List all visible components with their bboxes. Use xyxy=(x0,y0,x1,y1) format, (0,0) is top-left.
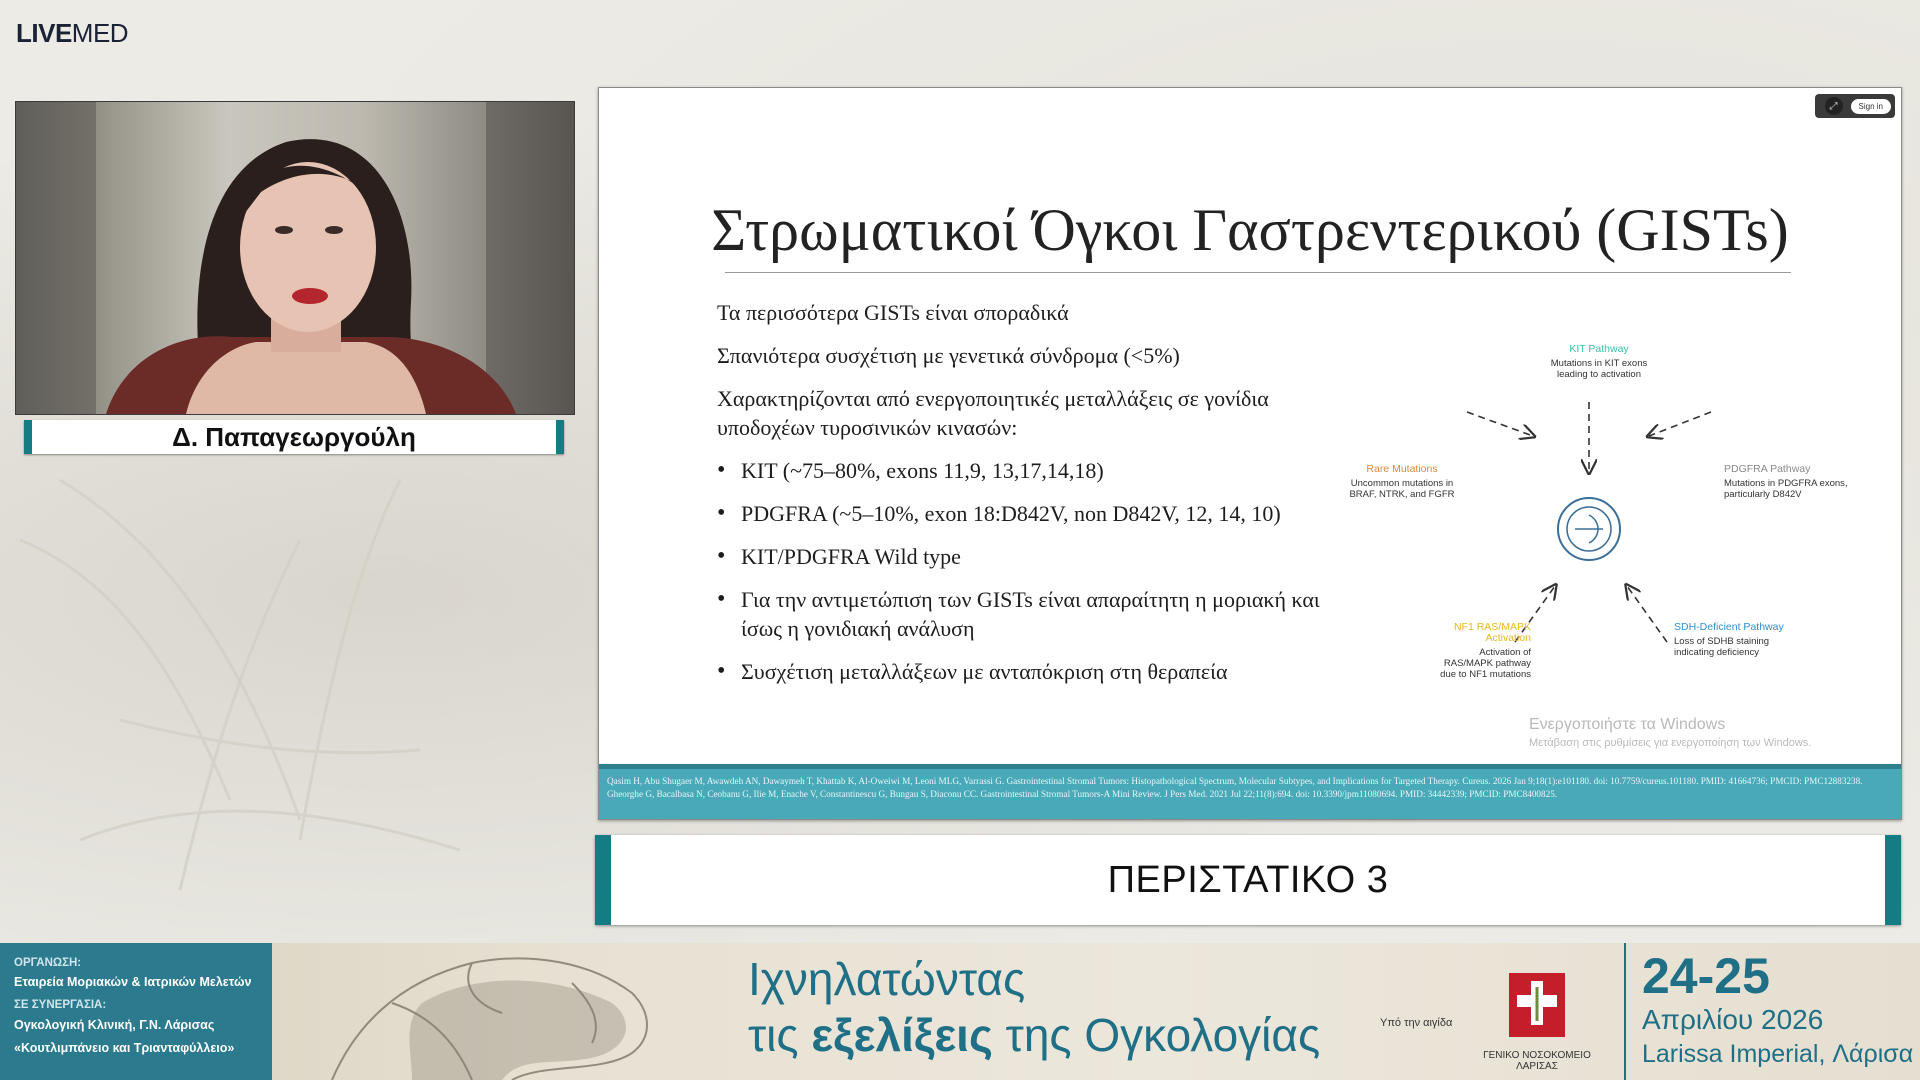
reference-item: Qasim H, Abu Shugaer M, Awawdeh AN, Dawa… xyxy=(607,776,1863,786)
footer-divider xyxy=(1624,943,1626,1080)
organizer-name: Εταιρεία Μοριακών & Ιατρικών Μελετών xyxy=(14,975,252,989)
pathway-arrows xyxy=(1466,402,1712,643)
event-month-year: Απριλίου 2026 xyxy=(1642,1004,1824,1035)
event-venue: Larissa Imperial, Λάρισα xyxy=(1642,1040,1914,1068)
hospital-name: ΓΕΝΙΚΟ ΝΟΣΟΚΟΜΕΙΟ ΛΑΡΙΣΑΣ xyxy=(1483,1050,1591,1072)
slide-body: Τα περισσότερα GISTs είναι σποραδικά Σπα… xyxy=(717,298,1337,700)
watermark-line2: Μετάβαση στις ρυθμίσεις για ενεργοποίηση… xyxy=(1529,737,1812,749)
rare-mutations-label: Rare Mutations Uncommon mutations in BRA… xyxy=(1349,463,1455,501)
event-days: 24-25 xyxy=(1642,948,1770,1004)
aegis-label: Υπό την αιγίδα xyxy=(1380,1017,1453,1029)
organizer-label: ΟΡΓΑΝΩΣΗ: xyxy=(14,957,82,969)
speaker-video-frame xyxy=(16,102,574,414)
event-title: Ιχνηλατώντας τις εξελίξεις της Ογκολογία… xyxy=(748,951,1320,1063)
bullet-item: Για την αντιμετώπιση των GISTs είναι απα… xyxy=(717,585,1337,643)
hospital-cross-icon xyxy=(1509,973,1565,1037)
background-sketch xyxy=(19,478,461,891)
gist-logo-icon xyxy=(1557,497,1621,561)
arrow-sdh xyxy=(1627,586,1668,643)
speaker-name: Δ. Παπαγεωργούλη xyxy=(172,421,416,452)
pdgfra-pathway-label: PDGFRA Pathway Mutations in PDGFRA exons… xyxy=(1724,463,1848,501)
bullet-item: Συσχέτιση μεταλλάξεων με ανταπόκριση στη… xyxy=(717,657,1337,686)
pathway-diagram: KIT Pathway Mutations in KIT exons leadi… xyxy=(1299,344,1859,764)
event-footer-banner: ΟΡΓΑΝΩΣΗ: Εταιρεία Μοριακών & Ιατρικών Μ… xyxy=(0,943,1920,1080)
reference-item: Gheorghe G, Bacalbasa N, Ceobanu G, Ilie… xyxy=(607,788,1558,799)
collaboration-line2: «Κουτλιμπάνειο και Τριανταφύλλειο» xyxy=(14,1041,235,1055)
arrow-pdgfra xyxy=(1649,411,1712,436)
slide-title: Στρωματικοί Όγκοι Γαστρεντερικού (GISTs) xyxy=(711,197,1789,263)
speaker-webcam xyxy=(15,101,575,415)
slide-paragraph: Τα περισσότερα GISTs είναι σποραδικά xyxy=(717,300,1069,325)
event-title-word: τις xyxy=(748,1009,799,1061)
watermark-line1: Ενεργοποιήστε τα Windows xyxy=(1529,716,1726,733)
kit-pathway-label: KIT Pathway Mutations in KIT exons leadi… xyxy=(1550,343,1648,381)
slide-controls: ⤢ Sign in xyxy=(1815,94,1895,118)
brand-med: MED xyxy=(71,18,129,48)
presentation-slide: ⤢ Sign in Στρωματικοί Όγκοι Γαστρεντερικ… xyxy=(598,87,1902,820)
event-title-word: της Ογκολογίας xyxy=(1005,1009,1321,1061)
nf1-ras-mapk-label: NF1 RAS/MAPK Activation Activation of RA… xyxy=(1440,621,1531,681)
collaboration-line1: Ογκολογική Κλινική, Γ.Ν. Λάρισας xyxy=(14,1018,215,1032)
event-title-bold: εξελίξεις xyxy=(811,1009,993,1061)
windows-activation-watermark: Ενεργοποιήστε τα Windows Μετάβαση στις ρ… xyxy=(1529,716,1811,749)
bullet-list: KIT (~75–80%, exons 11,9, 13,17,14,18) P… xyxy=(717,456,1337,686)
sdh-deficient-label: SDH-Deficient Pathway Loss of SDHB stain… xyxy=(1674,621,1784,659)
case-label: ΠΕΡΙΣΤΑΤΙΚΟ 3 xyxy=(1107,858,1389,901)
speaker-nameplate: Δ. Παπαγεωργούλη xyxy=(24,420,564,454)
event-title-line1: Ιχνηλατώντας xyxy=(748,953,1026,1005)
expand-icon[interactable]: ⤢ xyxy=(1824,97,1843,115)
collaboration-label: ΣΕ ΣΥΝΕΡΓΑΣΙΑ: xyxy=(14,999,107,1011)
bullet-item: PDGFRA (~5–10%, exon 18:D842V, non D842V… xyxy=(717,499,1337,528)
livemed-logo: LIVEMED xyxy=(16,18,129,49)
brand-live: LIVE xyxy=(16,18,72,48)
bullet-item: KIT (~75–80%, exons 11,9, 13,17,14,18) xyxy=(717,456,1337,485)
references-bar: Qasim H, Abu Shugaer M, Awawdeh AN, Dawa… xyxy=(599,764,1901,819)
bullet-item: KIT/PDGFRA Wild type xyxy=(717,542,1337,571)
slide-paragraph: Σπανιότερα συσχέτιση με γενετικά σύνδρομ… xyxy=(717,343,1180,368)
hospital-logo: ΓΕΝΙΚΟ ΝΟΣΟΚΟΜΕΙΟ ΛΑΡΙΣΑΣ xyxy=(1472,971,1602,1072)
organizer-box: ΟΡΓΑΝΩΣΗ: Εταιρεία Μοριακών & Ιατρικών Μ… xyxy=(0,943,272,1080)
event-dates: 24-25 Απριλίου 2026 Larissa Imperial, Λά… xyxy=(1642,949,1913,1071)
sign-in-button[interactable]: Sign in xyxy=(1850,98,1891,114)
slide-paragraph: Χαρακτηρίζονται από ενεργοποιητικές μετα… xyxy=(717,386,1269,440)
arrow-rare xyxy=(1466,411,1533,436)
case-label-bar: ΠΕΡΙΣΤΑΤΙΚΟ 3 xyxy=(595,835,1901,925)
title-divider xyxy=(725,272,1791,273)
